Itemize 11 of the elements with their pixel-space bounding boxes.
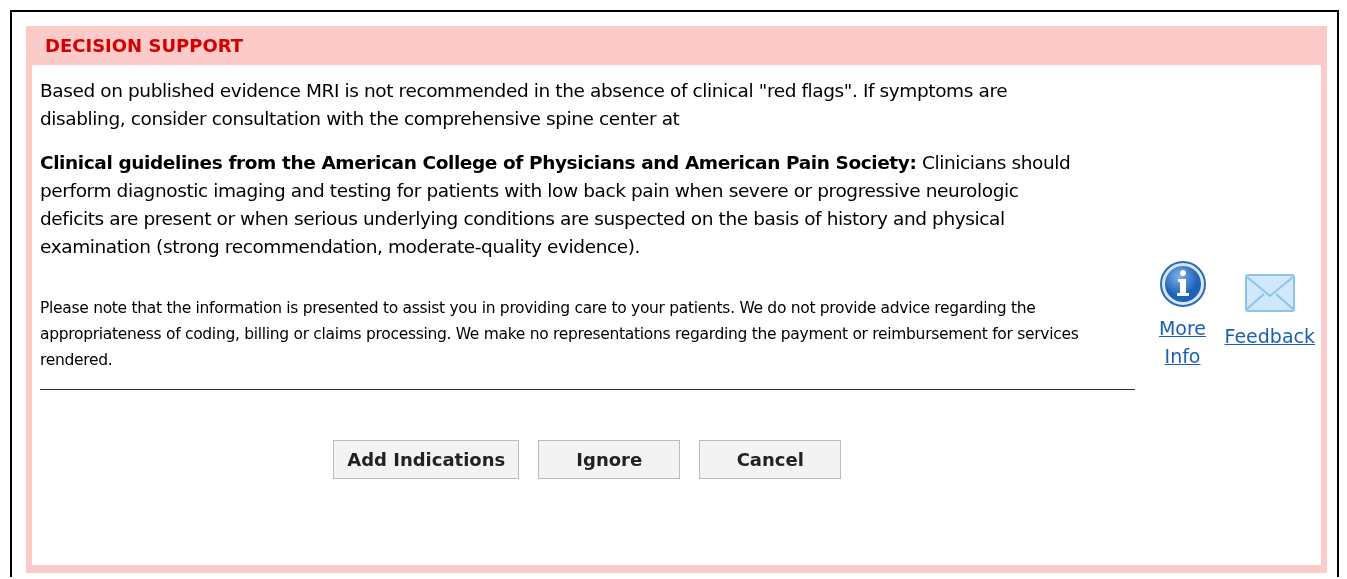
guidance-text: Based on published evidence MRI is not recommended in the absence of clinical "red flags". If symptoms are disabling, consider consultation with the comprehensive spine center at: [40, 79, 1009, 131]
panel-title: DECISION SUPPORT: [45, 35, 244, 56]
feedback-link[interactable]: Feedback: [1224, 322, 1315, 350]
action-button[interactable]: Ignore: [538, 440, 681, 479]
action-button[interactable]: Add Indications: [333, 440, 520, 479]
disclaimer-text: Please note that the information is presented to assist you in providing care to your patients. We do not provide advice regarding the appropriateness of coding, billing or claims processing. We make no representations regarding the payment or reimbursement for services rendered.: [40, 298, 1080, 371]
envelope-icon: [1244, 274, 1295, 312]
guidance-text: Clinical guidelines from the American College of Physicians and American Pain Society: Clinicians should perform diagnostic imaging and testing for patients with low back pain when severe or progressive neurologic deficits are present or when serious underlying conditions are suspected on the basis of history and physical examination (strong recommendation, moderate-quality evidence).: [40, 151, 1072, 259]
info-icon: [1158, 260, 1207, 308]
action-button[interactable]: Cancel: [699, 440, 842, 479]
more-info-link[interactable]: More Info: [1154, 314, 1211, 370]
